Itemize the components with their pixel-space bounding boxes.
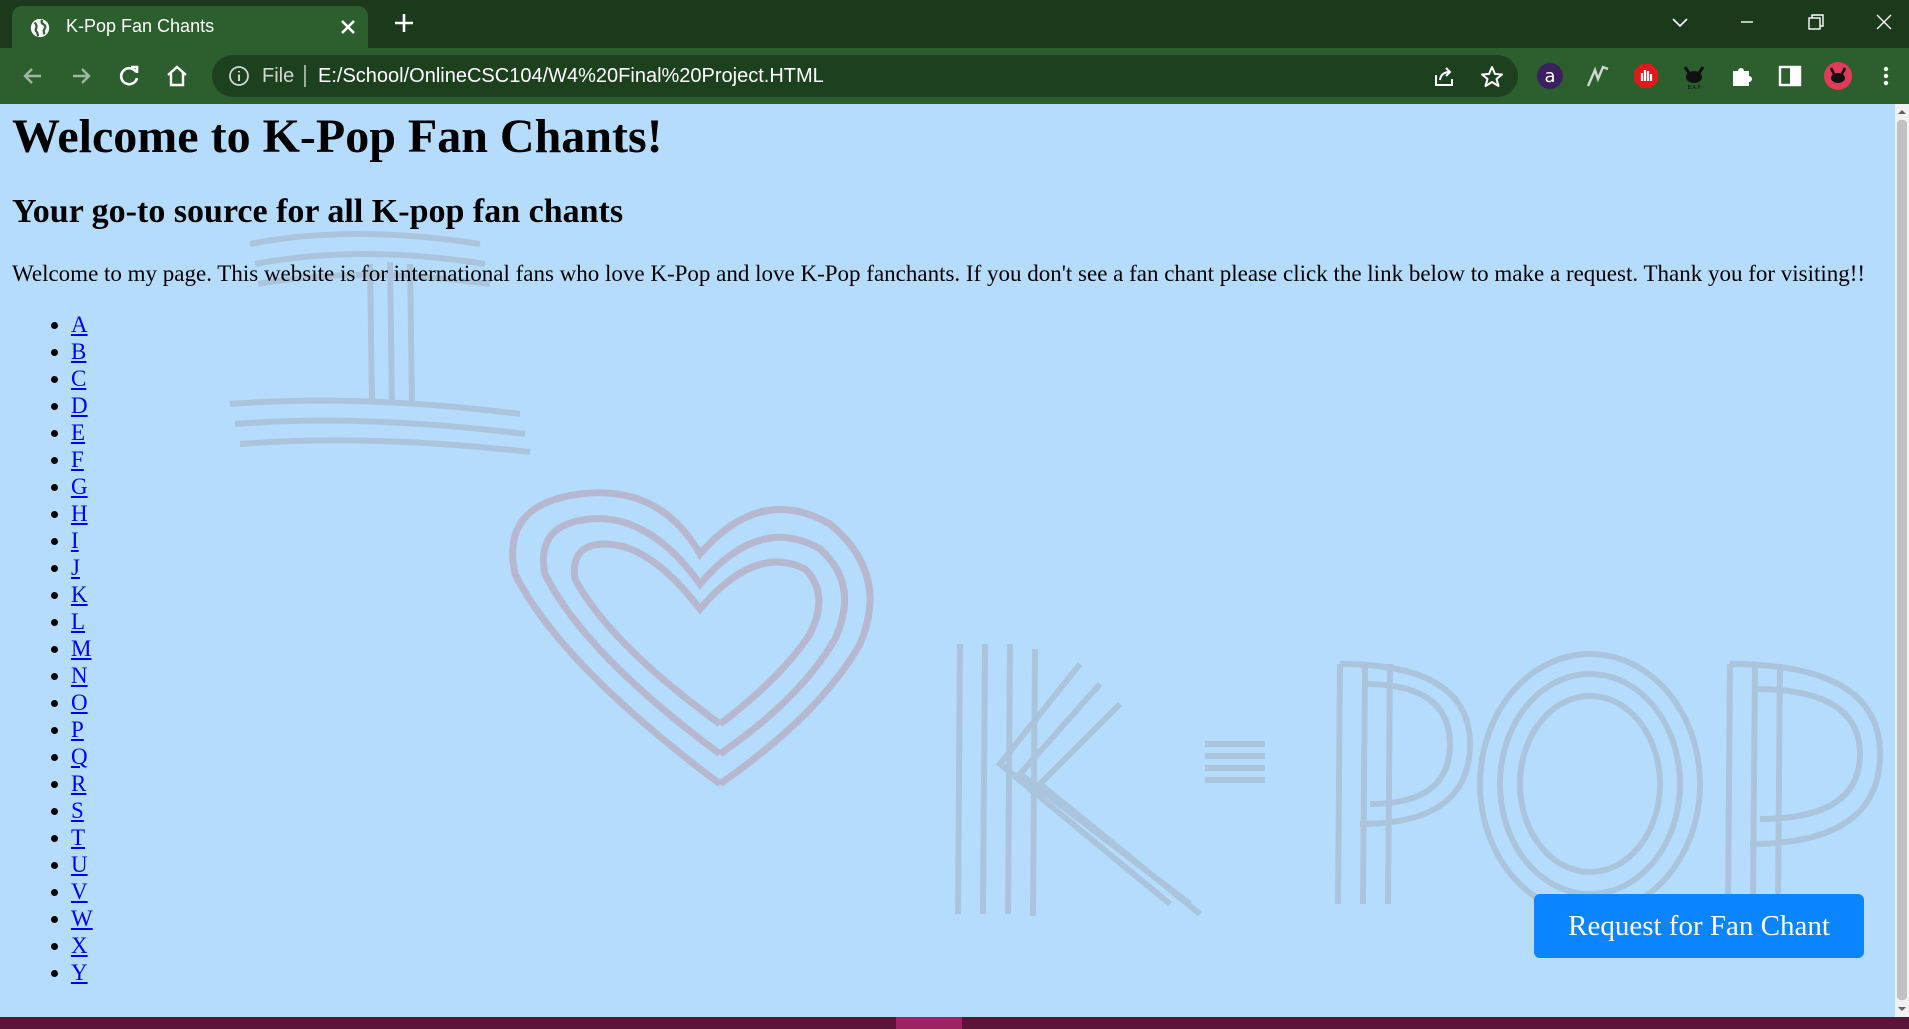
page-viewport: Welcome to K-Pop Fan Chants! Your go-to … xyxy=(0,104,1895,1017)
alphabet-list-item: B xyxy=(71,338,1882,365)
alphabet-list-item: K xyxy=(71,581,1882,608)
letter-link[interactable]: G xyxy=(71,474,88,499)
url-text[interactable]: E:/School/OnlineCSC104/W4%20Final%20Proj… xyxy=(318,65,824,88)
letter-link[interactable]: S xyxy=(71,798,84,823)
page-content: Welcome to K-Pop Fan Chants! Your go-to … xyxy=(12,104,1882,986)
letter-link[interactable]: J xyxy=(71,555,80,580)
letter-link[interactable]: Q xyxy=(71,744,88,769)
forward-icon[interactable] xyxy=(67,62,95,90)
alphabet-list-item: E xyxy=(71,419,1882,446)
letter-link[interactable]: C xyxy=(71,366,86,391)
alphabet-list-item: C xyxy=(71,365,1882,392)
browser-toolbar: File E:/School/OnlineCSC104/W4%20Final%2… xyxy=(0,48,1909,104)
url-scheme: File xyxy=(262,65,295,87)
letter-link[interactable]: U xyxy=(71,852,88,877)
alphabet-list-item: T xyxy=(71,824,1882,851)
letter-link[interactable]: I xyxy=(71,528,79,553)
page-subtitle: Your go-to source for all K-pop fan chan… xyxy=(12,193,624,230)
address-bar[interactable]: File E:/School/OnlineCSC104/W4%20Final%2… xyxy=(212,55,1518,97)
back-icon[interactable] xyxy=(19,62,47,90)
alphabet-list-item: L xyxy=(71,608,1882,635)
letter-link[interactable]: R xyxy=(71,771,86,796)
vertical-scrollbar[interactable] xyxy=(1895,104,1909,1017)
taskbar-active-app[interactable] xyxy=(896,1017,962,1029)
tab-strip: K-Pop Fan Chants xyxy=(0,0,1909,48)
extension-bap-icon[interactable]: B.A.P xyxy=(1679,61,1709,91)
alphabet-list-item: U xyxy=(71,851,1882,878)
alphabet-list-item: S xyxy=(71,797,1882,824)
svg-text:B.A.P: B.A.P xyxy=(1688,85,1701,91)
alphabet-list-item: O xyxy=(71,689,1882,716)
letter-link[interactable]: W xyxy=(71,906,93,931)
letter-link[interactable]: V xyxy=(71,879,88,904)
url-separator xyxy=(304,65,306,87)
letter-link[interactable]: B xyxy=(71,339,86,364)
alphabet-link-list: ABCDEFGHIJKLMNOPQRSTUVWXY xyxy=(12,311,1882,986)
scroll-down-icon[interactable] xyxy=(1897,1004,1907,1014)
letter-link[interactable]: O xyxy=(71,690,88,715)
letter-link[interactable]: F xyxy=(71,447,84,472)
close-window-icon[interactable] xyxy=(1872,10,1896,34)
extension-a-icon[interactable]: a xyxy=(1535,61,1565,91)
new-tab-icon[interactable] xyxy=(393,12,415,34)
alphabet-list-item: G xyxy=(71,473,1882,500)
tab-title: K-Pop Fan Chants xyxy=(66,16,215,36)
intro-paragraph: Welcome to my page. This website is for … xyxy=(12,261,1866,286)
info-icon[interactable] xyxy=(228,65,250,87)
extension-stop-icon[interactable] xyxy=(1631,61,1661,91)
letter-link[interactable]: H xyxy=(71,501,88,526)
globe-icon xyxy=(30,18,50,38)
minimize-icon[interactable] xyxy=(1735,10,1759,34)
letter-link[interactable]: L xyxy=(71,609,85,634)
scrollbar-thumb[interactable] xyxy=(1897,120,1907,1000)
letter-link[interactable]: P xyxy=(71,717,84,742)
os-taskbar xyxy=(0,1017,1909,1029)
alphabet-list-item: R xyxy=(71,770,1882,797)
alphabet-list-item: P xyxy=(71,716,1882,743)
letter-link[interactable]: X xyxy=(71,933,88,958)
alphabet-list-item: H xyxy=(71,500,1882,527)
alphabet-list-item: N xyxy=(71,662,1882,689)
letter-link[interactable]: T xyxy=(71,825,85,850)
tab-search-icon[interactable] xyxy=(1668,10,1692,34)
letter-link[interactable]: E xyxy=(71,420,85,445)
alphabet-list-item: A xyxy=(71,311,1882,338)
alphabet-list-item: Y xyxy=(71,959,1882,986)
extension-pen-icon[interactable] xyxy=(1583,61,1613,91)
request-fan-chant-button[interactable]: Request for Fan Chant xyxy=(1534,894,1864,958)
scroll-up-icon[interactable] xyxy=(1897,107,1907,117)
letter-link[interactable]: M xyxy=(71,636,91,661)
letter-link[interactable]: A xyxy=(71,312,88,337)
alphabet-list-item: M xyxy=(71,635,1882,662)
restore-icon[interactable] xyxy=(1804,10,1828,34)
alphabet-list-item: I xyxy=(71,527,1882,554)
browser-tab[interactable]: K-Pop Fan Chants xyxy=(12,6,368,48)
share-icon[interactable] xyxy=(1431,64,1457,90)
letter-link[interactable]: K xyxy=(71,582,88,607)
home-icon[interactable] xyxy=(163,62,191,90)
extensions-puzzle-icon[interactable] xyxy=(1727,61,1757,91)
alphabet-list-item: J xyxy=(71,554,1882,581)
bookmark-star-icon[interactable] xyxy=(1479,64,1505,90)
alphabet-list-item: F xyxy=(71,446,1882,473)
alphabet-list-item: D xyxy=(71,392,1882,419)
alphabet-list-item: Q xyxy=(71,743,1882,770)
letter-link[interactable]: Y xyxy=(71,960,88,985)
profile-avatar[interactable] xyxy=(1823,61,1853,91)
side-panel-icon[interactable] xyxy=(1775,61,1805,91)
reload-icon[interactable] xyxy=(115,62,143,90)
page-title: Welcome to K-Pop Fan Chants! xyxy=(12,110,663,163)
close-tab-icon[interactable] xyxy=(338,17,358,37)
menu-kebab-icon[interactable] xyxy=(1871,61,1901,91)
svg-text:a: a xyxy=(1544,66,1555,87)
letter-link[interactable]: N xyxy=(71,663,88,688)
letter-link[interactable]: D xyxy=(71,393,88,418)
